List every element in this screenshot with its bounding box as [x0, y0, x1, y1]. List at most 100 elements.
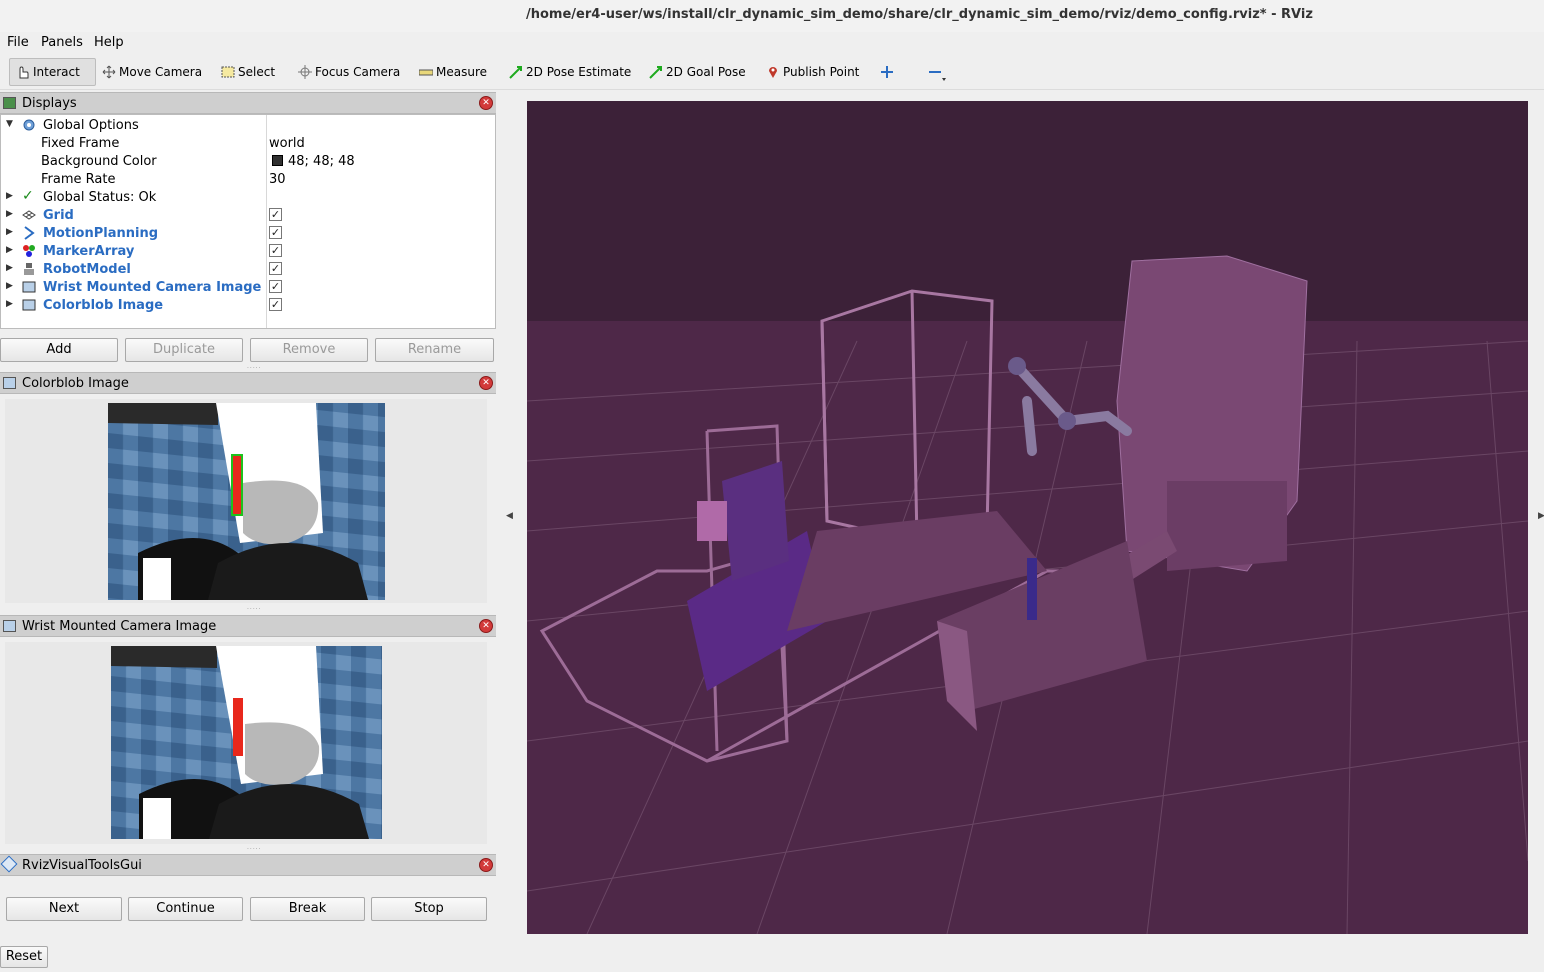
purple-box — [722, 461, 789, 581]
collapsed-arrow-icon[interactable]: ▶ — [6, 227, 13, 237]
wrist-panel-header: Wrist Mounted Camera Image ✕ — [0, 615, 496, 637]
robot-icon — [22, 262, 36, 276]
collapsed-arrow-icon[interactable]: ▶ — [6, 263, 13, 273]
tree-row-fixed-frame[interactable]: Fixed Frame world — [1, 134, 495, 152]
tree-row-wrist-camera[interactable]: ▶ Wrist Mounted Camera Image ✓ — [1, 278, 495, 296]
duplicate-button[interactable]: Duplicate — [125, 338, 243, 362]
goal-pose-tool-button[interactable]: 2D Goal Pose — [643, 58, 752, 86]
close-icon[interactable]: ✕ — [479, 96, 493, 110]
pose-estimate-tool-button[interactable]: 2D Pose Estimate — [503, 58, 637, 86]
crosshair-icon — [298, 65, 312, 79]
monitor-icon — [3, 97, 16, 109]
3d-viewport[interactable] — [527, 101, 1528, 934]
minus-icon — [928, 65, 946, 81]
tree-row-robot-model[interactable]: ▶ RobotModel ✓ — [1, 260, 495, 278]
menu-bar: File Panels Help — [0, 32, 1544, 54]
tree-row-global-options[interactable]: ▼ Global Options — [1, 116, 495, 134]
background-color-value[interactable]: 48; 48; 48 — [288, 154, 355, 169]
global-options-label: Global Options — [43, 118, 139, 133]
expanded-arrow-icon[interactable]: ▼ — [6, 119, 13, 129]
interact-tool-button[interactable]: Interact — [9, 58, 96, 86]
robot-model-checkbox[interactable]: ✓ — [269, 262, 282, 275]
rvt-panel-header: RvizVisualToolsGui ✕ — [0, 854, 496, 876]
rename-button[interactable]: Rename — [375, 338, 494, 362]
reset-button[interactable]: Reset — [0, 946, 48, 968]
splitter-handle[interactable]: ····· — [247, 846, 262, 853]
close-icon[interactable]: ✕ — [479, 858, 493, 872]
wrist-camera-label: Wrist Mounted Camera Image — [43, 280, 262, 295]
colorblob-panel-header: Colorblob Image ✕ — [0, 372, 496, 394]
collapsed-arrow-icon[interactable]: ▶ — [6, 299, 13, 309]
machine-base — [1167, 481, 1287, 571]
stop-button[interactable]: Stop — [371, 897, 487, 921]
marker-array-icon — [22, 244, 36, 258]
tree-row-global-status[interactable]: ▶ ✓ Global Status: Ok — [1, 188, 495, 206]
tree-row-colorblob[interactable]: ▶ Colorblob Image ✓ — [1, 296, 495, 314]
map-pin-icon — [766, 65, 780, 79]
wrist-camera-image — [111, 646, 382, 839]
close-icon[interactable]: ✕ — [479, 376, 493, 390]
fixed-frame-value[interactable]: world — [269, 136, 305, 151]
tree-row-grid[interactable]: ▶ Grid ✓ — [1, 206, 495, 224]
marker-array-checkbox[interactable]: ✓ — [269, 244, 282, 257]
splitter-handle[interactable]: ····· — [247, 365, 262, 372]
colorblob-checkbox[interactable]: ✓ — [269, 298, 282, 311]
splitter-arrow-icon[interactable]: ▶ — [1538, 511, 1544, 521]
publish-point-tool-button[interactable]: Publish Point — [760, 58, 865, 86]
splitter-handle[interactable]: ····· — [247, 606, 262, 613]
measure-tool-button[interactable]: Measure — [413, 58, 493, 86]
menu-help[interactable]: Help — [94, 35, 124, 50]
menu-panels[interactable]: Panels — [41, 35, 83, 50]
next-button[interactable]: Next — [6, 897, 122, 921]
gear-icon — [22, 118, 36, 132]
select-tool-button[interactable]: Select — [215, 58, 281, 86]
robot-joint — [1058, 412, 1076, 430]
close-icon[interactable]: ✕ — [479, 619, 493, 633]
grid-icon — [22, 208, 36, 222]
plus-icon — [880, 65, 894, 79]
select-rect-icon — [221, 65, 235, 79]
scene-render — [527, 101, 1528, 934]
marker-array-label: MarkerArray — [43, 244, 135, 259]
tree-row-marker-array[interactable]: ▶ MarkerArray ✓ — [1, 242, 495, 260]
image-icon — [22, 280, 36, 294]
robot-model-label: RobotModel — [43, 262, 131, 277]
break-button[interactable]: Break — [250, 897, 365, 921]
add-button[interactable]: Add — [0, 338, 118, 362]
displays-tree: ▼ Global Options Fixed Frame world Backg… — [0, 114, 496, 329]
remove-button[interactable]: Remove — [250, 338, 368, 362]
tree-row-frame-rate[interactable]: Frame Rate 30 — [1, 170, 495, 188]
move-camera-tool-button[interactable]: Move Camera — [96, 58, 208, 86]
frame-rate-value[interactable]: 30 — [269, 172, 286, 187]
displays-title: Displays — [22, 96, 77, 111]
green-arrow-icon — [509, 65, 523, 79]
background-color-label: Background Color — [41, 154, 157, 169]
window-titlebar: /home/er4-user/ws/install/clr_dynamic_si… — [0, 0, 1544, 32]
colorblob-panel-title: Colorblob Image — [22, 376, 129, 391]
collapsed-arrow-icon[interactable]: ▶ — [6, 245, 13, 255]
remove-tool-button[interactable] — [922, 58, 951, 86]
wrist-camera-checkbox[interactable]: ✓ — [269, 280, 282, 293]
color-swatch[interactable] — [272, 155, 283, 166]
tree-row-background-color[interactable]: Background Color 48; 48; 48 — [1, 152, 495, 170]
blue-part — [1027, 558, 1037, 620]
window-title: /home/er4-user/ws/install/clr_dynamic_si… — [526, 7, 1313, 22]
move-arrows-icon — [102, 65, 116, 79]
tree-row-motion-planning[interactable]: ▶ MotionPlanning ✓ — [1, 224, 495, 242]
collapsed-arrow-icon[interactable]: ▶ — [6, 209, 13, 219]
robot-joint — [1008, 357, 1026, 375]
grid-label: Grid — [43, 208, 74, 223]
collapsed-arrow-icon[interactable]: ▶ — [6, 281, 13, 291]
grid-checkbox[interactable]: ✓ — [269, 208, 282, 221]
collapsed-arrow-icon[interactable]: ▶ — [6, 191, 13, 201]
continue-button[interactable]: Continue — [128, 897, 243, 921]
focus-camera-tool-button[interactable]: Focus Camera — [292, 58, 406, 86]
checkmark-icon: ✓ — [22, 188, 34, 204]
splitter-arrow-icon[interactable]: ◀ — [506, 511, 513, 521]
rvt-panel-title: RvizVisualToolsGui — [22, 858, 142, 873]
motion-planning-checkbox[interactable]: ✓ — [269, 226, 282, 239]
add-tool-button[interactable] — [874, 58, 903, 86]
green-arrow-icon — [649, 65, 663, 79]
menu-file[interactable]: File — [7, 35, 29, 50]
image-icon — [22, 298, 36, 312]
